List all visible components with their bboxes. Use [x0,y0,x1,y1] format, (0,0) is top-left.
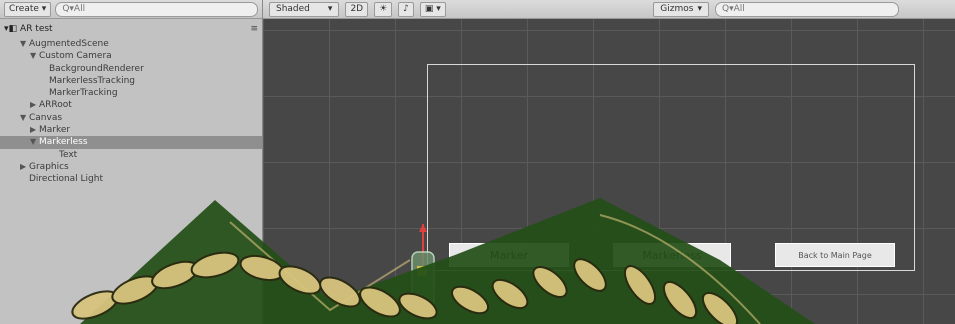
speaker-icon: ♪ [403,3,409,14]
effects-toggle[interactable]: ▣ ▾ [419,1,446,17]
hierarchy-tree: ▼ AugmentedScene ▼ Custom Camera BackgroundR… [0,38,262,186]
gizmos-dropdown[interactable]: Gizmos ▾ [653,1,709,17]
hierarchy-item[interactable]: MarkerTracking [0,87,262,99]
menu-icon[interactable]: ≡ [250,24,258,34]
scene-search-input[interactable] [722,3,842,15]
scene-view[interactable]: Shaded ▾ 2D ☀ ♪ ▣ ▾ Gizmos ▾ Marker Mark… [263,0,955,324]
markerless-button-label: Markerless [642,248,702,262]
collapsed-arrow-icon[interactable]: ▶ [20,161,29,173]
hierarchy-item[interactable]: ▼ Custom Camera [0,50,262,62]
sun-icon: ☀ [379,3,388,14]
hierarchy-item-label: MarkerlessTracking [49,75,135,86]
hierarchy-item-label: Graphics [29,161,69,172]
hierarchy-item-label: Custom Camera [39,51,112,62]
back-button-label: Back to Main Page [798,250,872,260]
expanded-arrow-icon[interactable]: ▼ [30,136,39,148]
marker-button[interactable]: Marker [449,243,569,267]
hierarchy-item[interactable]: Text [0,149,262,161]
hierarchy-item[interactable]: ▶ Graphics [0,161,262,173]
expanded-arrow-icon[interactable]: ▼ [30,50,39,62]
move-gizmo-icon[interactable] [409,222,437,312]
hierarchy-item-label: AugmentedScene [29,39,109,49]
scene-toolbar: Shaded ▾ 2D ☀ ♪ ▣ ▾ Gizmos ▾ [263,0,955,19]
scene-search[interactable] [715,1,899,17]
expanded-arrow-icon[interactable]: ▼ [20,38,29,50]
image-icon: ▣ ▾ [424,3,441,14]
hierarchy-item-label: Markerless [39,137,88,148]
create-label: Create [9,3,39,14]
hierarchy-item[interactable]: ▶ Marker [0,124,262,136]
lighting-toggle[interactable]: ☀ [374,1,393,17]
hierarchy-item-label: Marker [39,125,71,136]
hierarchy-search[interactable] [55,1,258,17]
back-to-main-page-button[interactable]: Back to Main Page [775,243,895,267]
gizmos-label: Gizmos [660,3,694,14]
scene-header-row[interactable]: ▾◧ AR test ≡ [0,22,262,36]
shading-mode-label: Shaded [276,3,310,14]
markerless-button[interactable]: Markerless [613,243,731,267]
create-dropdown[interactable]: Create ▾ [4,1,52,17]
marker-button-label: Marker [489,248,529,262]
scene-name: AR test [20,24,53,34]
toggle-2d-button[interactable]: 2D [345,1,369,17]
hierarchy-panel: Create ▾ ▾◧ AR test ≡ ▼AugmentedScene▼Cu… [0,0,263,324]
hierarchy-item-label: Directional Light [29,174,103,185]
unity-scene-icon: ▾◧ [4,24,18,34]
chevron-down-icon: ▾ [327,3,333,14]
audio-toggle[interactable]: ♪ [398,1,414,17]
hierarchy-item-label: MarkerTracking [49,88,118,99]
chevron-down-icon: ▾ [697,3,702,14]
hierarchy-item[interactable]: MarkerlessTracking [0,75,262,87]
hierarchy-item[interactable]: ▼ Markerless [0,136,262,149]
hierarchy-item-label: Text [59,149,78,160]
hierarchy-search-input[interactable] [62,3,183,15]
hierarchy-item-label: ARRoot [39,100,72,111]
hierarchy-item[interactable]: BackgroundRenderer [0,63,262,75]
canvas-bounds [427,64,915,271]
hierarchy-toolbar: Create ▾ [0,0,262,19]
shading-mode-dropdown[interactable]: Shaded ▾ [269,1,340,17]
hierarchy-item-label: Canvas [29,112,63,123]
collapsed-arrow-icon[interactable]: ▶ [30,99,39,111]
hierarchy-item[interactable]: Directional Light [0,173,262,185]
collapsed-arrow-icon[interactable]: ▶ [30,124,39,136]
hierarchy-item[interactable]: ▼ Canvas [0,112,262,124]
expanded-arrow-icon[interactable]: ▼ [20,112,29,124]
hierarchy-item-label: BackgroundRenderer [49,63,144,74]
hierarchy-item[interactable]: ▶ ARRoot [0,99,262,111]
hierarchy-item[interactable]: ▼ AugmentedScene [0,38,262,50]
chevron-down-icon: ▾ [41,3,47,14]
